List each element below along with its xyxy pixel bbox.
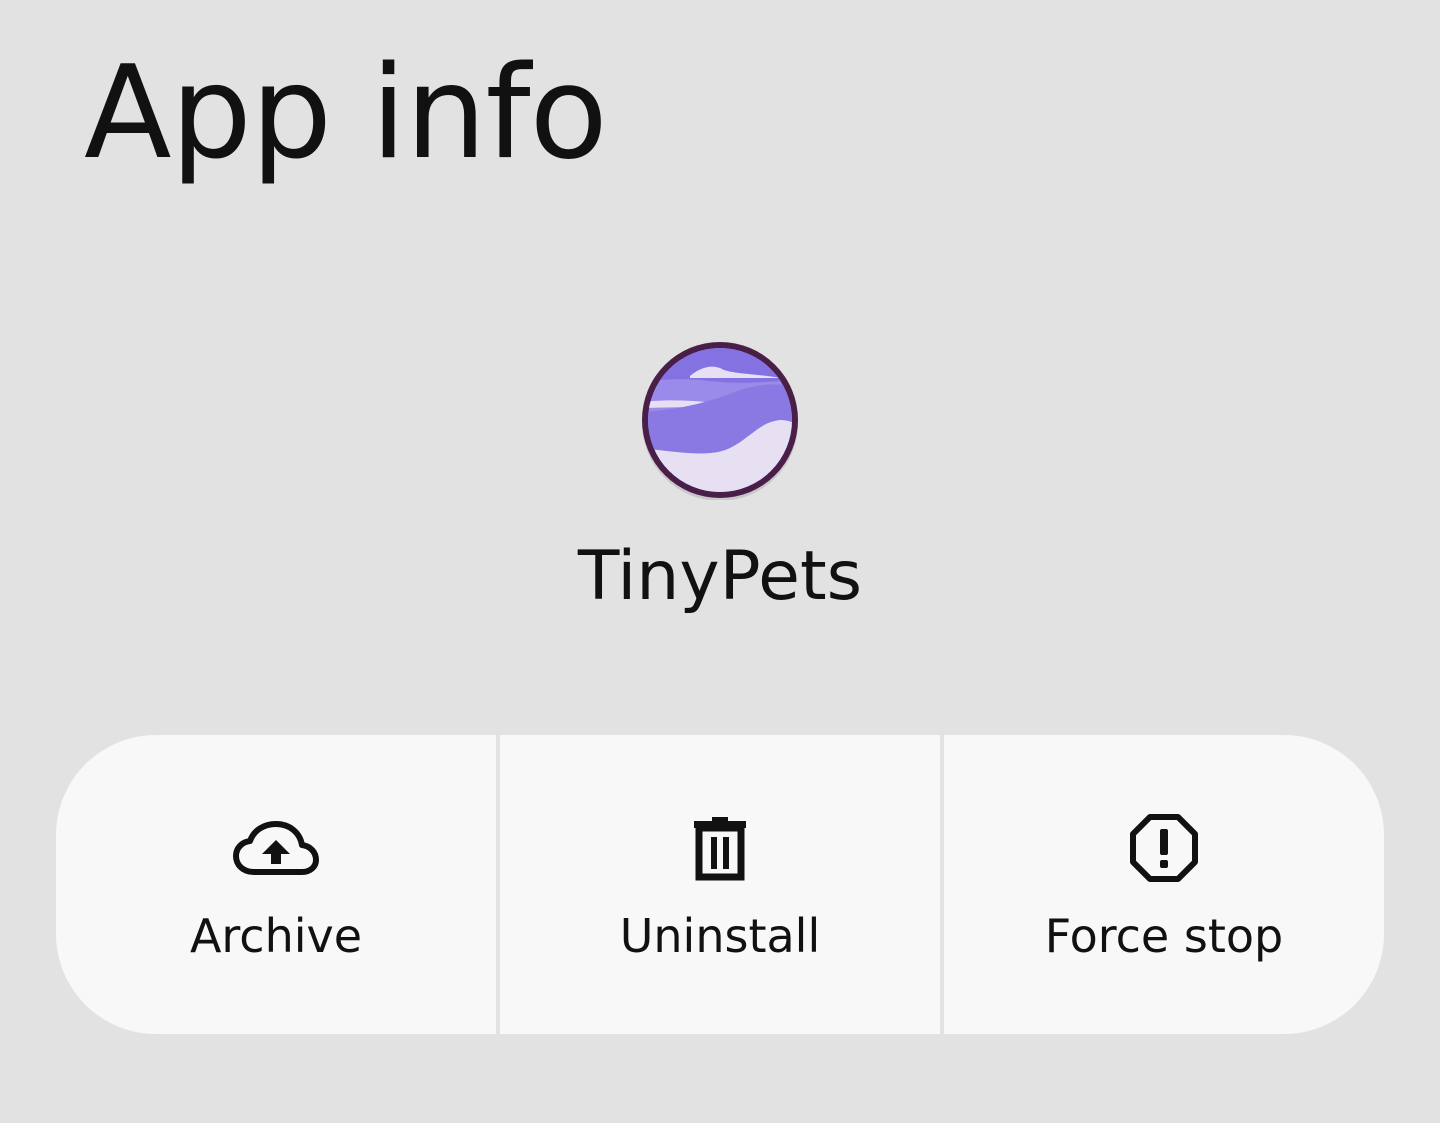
archive-label: Archive	[189, 909, 363, 963]
trash-icon	[675, 813, 765, 883]
warning-octagon-icon	[1119, 813, 1209, 883]
app-header: TinyPets	[0, 340, 1440, 616]
uninstall-label: Uninstall	[619, 909, 821, 963]
page-title: App info	[84, 39, 608, 188]
action-bar: Archive Uninstall Force stop	[56, 735, 1384, 1034]
app-name: TinyPets	[577, 537, 863, 616]
force-stop-label: Force stop	[1044, 909, 1284, 963]
uninstall-button[interactable]: Uninstall	[500, 735, 940, 1034]
archive-button[interactable]: Archive	[56, 735, 496, 1034]
cloud-upload-icon	[231, 813, 321, 883]
tinypets-app-icon	[642, 342, 798, 500]
force-stop-button[interactable]: Force stop	[944, 735, 1384, 1034]
